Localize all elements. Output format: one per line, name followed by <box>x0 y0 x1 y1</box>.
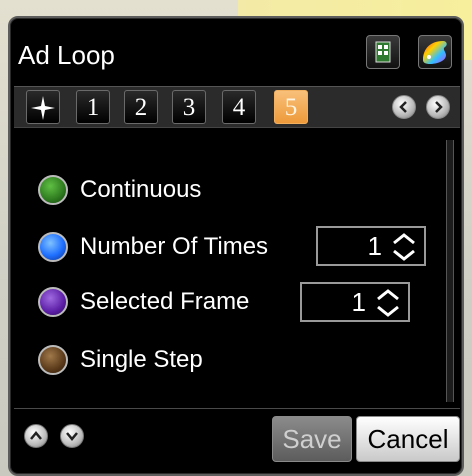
tab-1[interactable]: 1 <box>76 90 110 124</box>
panel-title: Ad Loop <box>18 40 115 70</box>
move-up-icon[interactable] <box>24 424 48 448</box>
selected-frame-stepper-icon[interactable] <box>374 288 402 318</box>
number-of-times-label: Number Of Times <box>80 233 269 260</box>
selected-frame-field[interactable]: 1 <box>300 282 410 322</box>
selected-frame-radio[interactable] <box>38 287 68 317</box>
tab-2[interactable]: 2 <box>124 90 158 124</box>
number-of-times-stepper-icon[interactable] <box>390 232 418 262</box>
move-down-icon[interactable] <box>60 424 84 448</box>
previous-arrow-icon[interactable] <box>392 95 416 119</box>
tab-4[interactable]: 4 <box>222 90 256 124</box>
continuous-radio[interactable] <box>38 175 68 205</box>
tab-3[interactable]: 3 <box>172 90 206 124</box>
color-palette-icon[interactable] <box>418 35 452 69</box>
number-of-times-field[interactable]: 1 <box>316 226 426 266</box>
film-icon[interactable] <box>366 35 400 69</box>
footer-divider <box>14 408 460 409</box>
single-step-label: Single Step <box>80 346 203 373</box>
continuous-label: Continuous <box>80 176 202 203</box>
cancel-button[interactable]: Cancel <box>356 416 460 462</box>
next-arrow-icon[interactable] <box>426 95 450 119</box>
tab-5[interactable]: 5 <box>274 90 308 124</box>
selected-frame-label: Selected Frame <box>80 288 250 315</box>
tab-all[interactable] <box>26 90 60 124</box>
single-step-radio[interactable] <box>38 345 68 375</box>
number-of-times-radio[interactable] <box>38 232 68 262</box>
number-of-times-value: 1 <box>367 231 382 261</box>
scrollbar[interactable] <box>446 140 454 402</box>
selected-frame-value: 1 <box>351 287 366 317</box>
save-button[interactable]: Save <box>272 416 352 462</box>
